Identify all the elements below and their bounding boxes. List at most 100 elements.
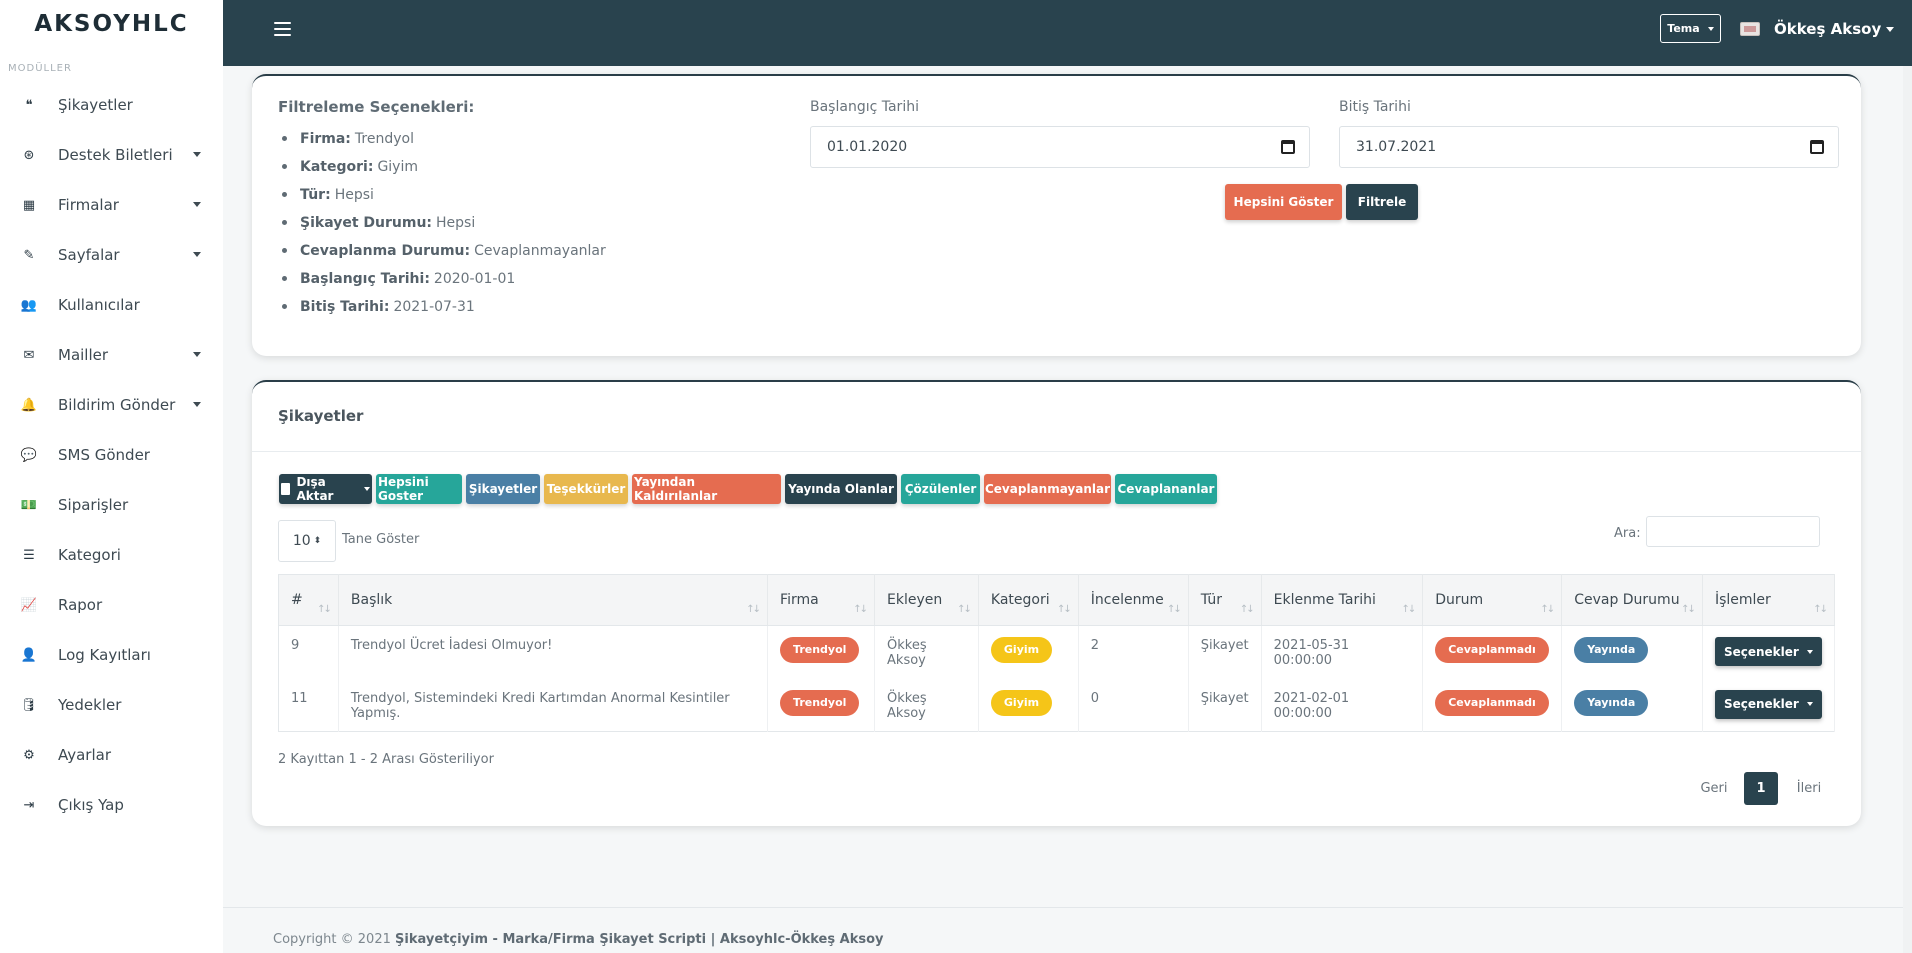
column-header-label: Durum	[1435, 592, 1484, 608]
sidebar-item-4[interactable]: 👥 Kullanıcılar	[0, 280, 223, 330]
sidebar-item-label: Ayarlar	[58, 746, 112, 764]
sort-icon: ↑↓	[1166, 604, 1182, 615]
filter-unpublished-button[interactable]: Yayından Kaldırılanlar	[632, 474, 781, 504]
sidebar-item-0[interactable]: ❝ Şikayetler	[0, 80, 223, 130]
chevron-down-icon	[364, 487, 370, 491]
pagination-page-1[interactable]: 1	[1744, 772, 1778, 805]
sidebar-item-label: Mailler	[58, 346, 109, 364]
column-header-label: İncelenme	[1090, 592, 1164, 608]
sort-icon: ↑↓	[1540, 604, 1555, 615]
column-header[interactable]: Firma ↑↓	[767, 574, 876, 626]
start-date-value: 01.01.2020	[827, 139, 908, 155]
sort-icon: ↑↓	[1239, 604, 1255, 615]
column-header[interactable]: Durum ↑↓	[1422, 574, 1563, 626]
column-header[interactable]: Ekleyen ↑↓	[874, 574, 979, 626]
column-header[interactable]: İncelenme ↑↓	[1078, 574, 1189, 626]
cell-title: Trendyol, Sistemindeki Kredi Kartımdan A…	[338, 678, 769, 732]
sidebar-item-9[interactable]: ☰ Kategori	[0, 530, 223, 580]
page-length-select[interactable]: 10 ⬍	[278, 520, 336, 562]
sidebar-item-11[interactable]: 👤 Log Kayıtları	[0, 630, 223, 680]
column-header[interactable]: # ↑↓	[278, 574, 339, 626]
filter-complaints-button[interactable]: Şikayetler	[466, 474, 540, 504]
column-header[interactable]: Eklenme Tarihi ↑↓	[1261, 574, 1424, 626]
column-header[interactable]: Başlık ↑↓	[338, 574, 769, 626]
filter-unanswered-button[interactable]: Cevaplanmayanlar	[984, 474, 1111, 504]
sidebar-item-6[interactable]: 🔔 Bildirim Gönder	[0, 380, 223, 430]
sidebar-item-1[interactable]: ⊛ Destek Biletleri	[0, 130, 223, 180]
button-label: Çözülenler	[904, 482, 977, 496]
table-row: 9 Trendyol Ücret İadesi Olmuyor! Trendyol Ö…	[278, 625, 1836, 679]
comment-icon: 💬	[20, 447, 38, 463]
column-header[interactable]: Tür ↑↓	[1188, 574, 1262, 626]
chevron-down-icon	[193, 152, 201, 157]
end-date-input[interactable]: 31.07.2021	[1339, 126, 1839, 168]
pagination-next[interactable]: İleri	[1784, 772, 1834, 805]
cell-company: Trendyol	[767, 678, 876, 732]
sidebar-item-14[interactable]: ⇥ Çıkış Yap	[0, 780, 223, 830]
footer-copyright: Copyright © 2021 Şikayetçiyim - Marka/Fi…	[273, 932, 884, 947]
filter-value: Hepsi	[436, 215, 476, 231]
user-menu[interactable]: Ökkeş Aksoy	[1740, 18, 1895, 40]
sidebar-item-13[interactable]: ⚙ Ayarlar	[0, 730, 223, 780]
chart-icon: 📈	[20, 597, 38, 613]
filter-key: Firma:	[300, 131, 351, 147]
footer-link[interactable]: Şikayetçiyim - Marka/Firma Şikayet Scrip…	[395, 932, 883, 947]
footer: Copyright © 2021 Şikayetçiyim - Marka/Fi…	[223, 907, 1912, 953]
sidebar-item-7[interactable]: 💬 SMS Gönder	[0, 430, 223, 480]
filter-value: Giyim	[377, 159, 418, 175]
show-all-button[interactable]: Hepsini Göster	[1225, 184, 1342, 220]
cell-status: Cevaplanmadı	[1422, 625, 1563, 679]
filter-value: Hepsi	[334, 187, 374, 203]
sidebar-item-2[interactable]: ▦ Firmalar	[0, 180, 223, 230]
filter-solved-button[interactable]: Çözülenler	[901, 474, 980, 504]
sort-icon: ↑↓	[1813, 604, 1828, 615]
sidebar-item-12[interactable]: 🛢 Yedekler	[0, 680, 223, 730]
filter-summary-item: Bitiş Tarihi: 2021-07-31	[278, 293, 606, 321]
button-label: Yayından Kaldırılanlar	[634, 475, 718, 503]
chevron-down-icon	[1886, 26, 1895, 32]
column-header[interactable]: İşlemler ↑↓	[1702, 574, 1836, 626]
page-scrollbar[interactable]	[1903, 66, 1912, 953]
filter-published-button[interactable]: Yayında Olanlar	[785, 474, 897, 504]
table-header-row: # ↑↓ Başlık ↑↓ Firma ↑↓ Ekleyen ↑↓ Kategori ↑↓ İnc…	[278, 574, 1836, 626]
sidebar-item-8[interactable]: 💵 Siparişler	[0, 480, 223, 530]
sidebar-item-3[interactable]: ✎ Sayfalar	[0, 230, 223, 280]
edit-file-icon: ✎	[23, 247, 35, 263]
company-badge: Trendyol	[780, 637, 860, 663]
theme-label: Tema	[1667, 22, 1700, 35]
filter-summary-item: Şikayet Durumu: Hepsi	[278, 209, 606, 237]
end-date-label: Bitiş Tarihi	[1339, 99, 1411, 115]
cell-type: Şikayet	[1188, 678, 1262, 732]
user-avatar-icon	[1740, 22, 1760, 36]
filter-answered-button[interactable]: Cevaplananlar	[1115, 474, 1217, 504]
button-label: Dışa Aktar	[296, 475, 334, 503]
calendar-icon[interactable]	[1281, 140, 1295, 154]
filter-thanks-button[interactable]: Teşekkürler	[544, 474, 628, 504]
column-header-label: Tür	[1200, 592, 1222, 608]
theme-dropdown-button[interactable]: Tema	[1660, 14, 1721, 43]
sidebar-item-5[interactable]: ✉ Mailler	[0, 330, 223, 380]
column-header[interactable]: Kategori ↑↓	[978, 574, 1079, 626]
filter-summary-list: Firma: Trendyol Kategori: Giyim Tür: Hepsi Şik…	[278, 125, 606, 321]
title-text[interactable]: Trendyol, Sistemindeki Kredi Kartımdan A…	[351, 691, 730, 721]
options-label: Seçenekler	[1723, 644, 1799, 659]
menu-toggle-icon[interactable]	[274, 22, 291, 36]
search-input[interactable]	[1646, 516, 1820, 547]
options-dropdown-button[interactable]: Seçenekler	[1714, 637, 1822, 666]
start-date-input[interactable]: 01.01.2020	[810, 126, 1310, 168]
filter-button[interactable]: Filtrele	[1346, 184, 1418, 220]
calendar-icon[interactable]	[1810, 140, 1824, 154]
pagination-prev[interactable]: Geri	[1690, 772, 1738, 805]
end-date-value: 31.07.2021	[1356, 139, 1437, 155]
options-dropdown-button[interactable]: Seçenekler	[1714, 689, 1822, 719]
brand-logo[interactable]: AKSOYHLC	[0, 0, 223, 48]
sort-icon: ↑↓	[1681, 604, 1696, 615]
export-dropdown-button[interactable]: Dışa Aktar	[279, 474, 372, 504]
status-badge: Cevaplanmadı	[1435, 689, 1549, 716]
sidebar-item-10[interactable]: 📈 Rapor	[0, 580, 223, 630]
lifebuoy-icon: ⊛	[23, 147, 35, 163]
column-header[interactable]: Cevap Durumu ↑↓	[1561, 574, 1703, 626]
filter-all-button[interactable]: Hepsini Goster	[376, 474, 462, 504]
title-text[interactable]: Trendyol Ücret İadesi Olmuyor!	[351, 638, 552, 653]
table-row: 11 Trendyol, Sistemindeki Kredi Kartımdan…	[278, 678, 1836, 732]
